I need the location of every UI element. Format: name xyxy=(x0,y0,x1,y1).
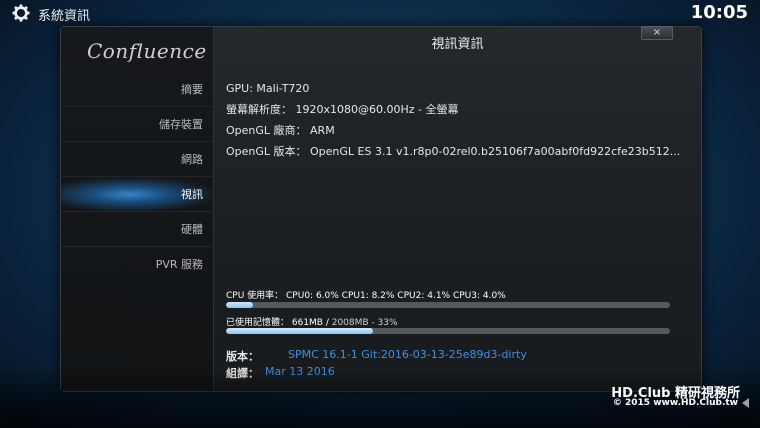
memory-usage-label: 已使用記憶體： 661MB / 2008MB - 33% xyxy=(226,315,398,328)
memory-used-text: 已使用記憶體： 661MB / xyxy=(226,318,332,328)
sidebar-item-video[interactable]: 視訊 xyxy=(61,178,213,212)
top-bar: 系統資訊 10:05 xyxy=(0,0,760,26)
sidebar-item-storage[interactable]: 儲存裝置 xyxy=(61,108,213,142)
dialog-title: 視訊資訊 xyxy=(431,37,484,52)
page-title: 系統資訊 xyxy=(38,9,91,24)
version-value: SPMC 16.1-1 Git:2016-03-13-25e89d3-dirty xyxy=(288,348,527,361)
info-gpu: GPU: Mali-T720 xyxy=(226,82,310,95)
version-key: 版本： xyxy=(226,350,259,363)
memory-usage-fill xyxy=(226,328,373,334)
info-opengl-vendor: OpenGL 廠商： ARM xyxy=(226,124,335,137)
memory-total-text: 2008MB - 33% xyxy=(331,318,398,328)
info-opengl-version: OpenGL 版本： OpenGL ES 3.1 v1.r8p0-02rel0.… xyxy=(226,145,681,158)
sidebar-item-network[interactable]: 網路 xyxy=(61,143,213,177)
memory-usage-bar xyxy=(226,328,670,334)
gear-icon xyxy=(12,4,30,22)
confluence-logo: Confluence xyxy=(87,39,207,63)
cpu-usage-bar xyxy=(226,302,670,308)
cpu-usage-label: CPU 使用率： CPU0: 6.0% CPU1: 8.2% CPU2: 4.1… xyxy=(226,291,506,301)
system-info-dialog: Confluence 摘要 儲存裝置 網路 視訊 硬體 PVR 服務 視訊資訊 … xyxy=(60,26,702,392)
cpu-usage-fill xyxy=(226,302,253,308)
sidebar-item-pvr-services[interactable]: PVR 服務 xyxy=(61,248,213,282)
close-button[interactable]: × xyxy=(641,26,673,40)
back-arrow-icon[interactable] xyxy=(740,396,754,410)
clock: 10:05 xyxy=(690,2,748,23)
content-panel: 視訊資訊 × GPU: Mali-T720 螢幕解析度： 1920x1080@6… xyxy=(214,26,701,391)
sidebar: Confluence 摘要 儲存裝置 網路 視訊 硬體 PVR 服務 xyxy=(61,27,214,391)
sidebar-item-summary[interactable]: 摘要 xyxy=(61,73,213,107)
info-resolution: 螢幕解析度： 1920x1080@60.00Hz - 全螢幕 xyxy=(226,103,459,116)
watermark-copyright: © 2015 www.HD.Club.tw xyxy=(612,398,738,408)
sidebar-item-hardware[interactable]: 硬體 xyxy=(61,213,213,247)
